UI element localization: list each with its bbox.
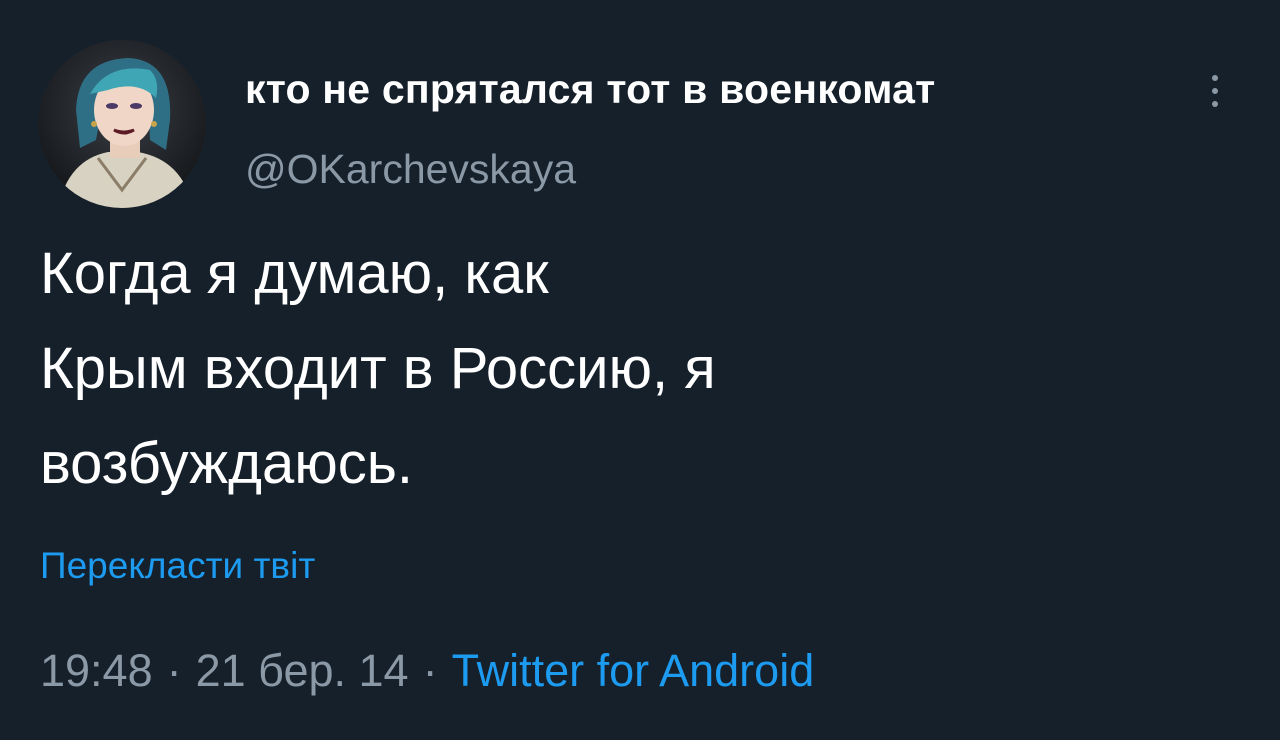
- tweet-date[interactable]: 21 бер. 14: [196, 645, 409, 696]
- meta-separator: ·: [422, 645, 438, 696]
- avatar-image: [38, 40, 206, 208]
- more-vertical-icon[interactable]: [1200, 68, 1230, 114]
- translate-tweet-link[interactable]: Перекласти твіт: [40, 545, 315, 587]
- tweet-text-line: Крым входит в Россию, я: [40, 336, 716, 401]
- tweet-source-link[interactable]: Twitter for Android: [452, 645, 815, 696]
- tweet-text-line: Когда я думаю, как: [40, 241, 549, 306]
- more-dot: [1212, 75, 1218, 81]
- more-dot: [1212, 101, 1218, 107]
- meta-separator: ·: [166, 645, 182, 696]
- tweet-time[interactable]: 19:48: [40, 645, 153, 696]
- tweet-text: Когда я думаю, как Крым входит в Россию,…: [40, 226, 1040, 511]
- tweet-metadata: 19:48 · 21 бер. 14 · Twitter for Android: [40, 645, 814, 697]
- display-name[interactable]: кто не спрятался тот в военкомат: [245, 66, 935, 113]
- tweet-text-line: возбуждаюсь.: [40, 431, 414, 496]
- avatar[interactable]: [38, 40, 206, 208]
- user-handle[interactable]: @OKarchevskaya: [245, 146, 576, 193]
- tweet-card: кто не спрятался тот в военкомат @OKarch…: [0, 0, 1280, 740]
- more-dot: [1212, 88, 1218, 94]
